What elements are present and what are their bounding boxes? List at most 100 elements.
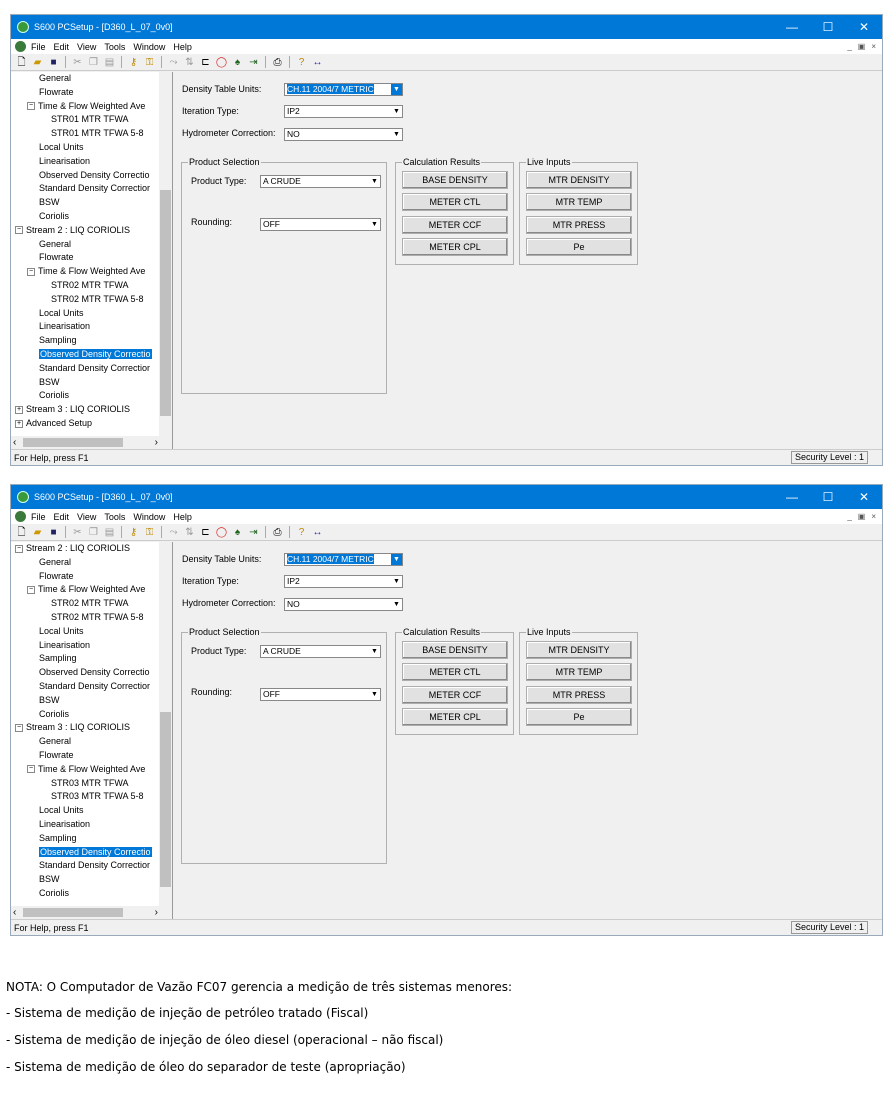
mtr-temp-button[interactable]: MTR TEMP xyxy=(526,193,632,211)
transfer-icon[interactable]: ⇥ xyxy=(247,56,260,69)
chevron-down-icon[interactable]: ▼ xyxy=(369,176,380,187)
tree-item[interactable]: − Time & Flow Weighted Ave xyxy=(11,763,158,777)
menu-window[interactable]: Window xyxy=(133,42,165,52)
doc-close-icon[interactable]: × xyxy=(871,42,876,51)
route-icon[interactable]: ⤳ xyxy=(167,56,180,69)
product-type-select[interactable]: A CRUDE ▼ xyxy=(260,645,381,658)
key-icon[interactable]: ⚷ xyxy=(127,56,140,69)
tree-item[interactable]: Standard Density Correctior xyxy=(11,182,158,196)
tree-item[interactable]: Observed Density Correctio xyxy=(11,169,158,183)
menu-tools[interactable]: Tools xyxy=(104,42,125,52)
tree-item[interactable]: Linearisation xyxy=(11,639,158,653)
tree-item[interactable]: Flowrate xyxy=(11,251,158,265)
menu-view[interactable]: View xyxy=(77,42,96,52)
new-file-icon[interactable]: 🗋 xyxy=(15,526,28,539)
tree-item[interactable]: Standard Density Correctior xyxy=(11,680,158,694)
config-tree[interactable]: − Stream 2 : LIQ CORIOLIS General Flowrate −… xyxy=(11,542,173,919)
help-icon[interactable]: ? xyxy=(295,526,308,539)
tree-item[interactable]: Coriolis xyxy=(11,708,158,722)
print-icon[interactable]: ⎙ xyxy=(271,526,284,539)
menu-edit[interactable]: Edit xyxy=(54,512,70,522)
density-units-select[interactable]: CH.11 2004/7 METRIC ▼ xyxy=(284,553,403,566)
tree-item[interactable]: STR02 MTR TFWA 5-8 xyxy=(11,293,158,307)
tree-item[interactable]: STR03 MTR TFWA 5-8 xyxy=(11,790,158,804)
copy-icon[interactable]: ❐ xyxy=(87,56,100,69)
tree-item[interactable]: STR03 MTR TFWA xyxy=(11,777,158,791)
key-icon[interactable]: ⚷ xyxy=(127,526,140,539)
chevron-down-icon[interactable]: ▼ xyxy=(369,689,380,700)
close-button[interactable]: ✕ xyxy=(846,20,882,34)
tree-item[interactable]: − Stream 2 : LIQ CORIOLIS xyxy=(11,224,158,238)
tree-item[interactable]: + Advanced Setup xyxy=(11,417,158,431)
tree-horizontal-scrollbar[interactable]: ‹ › xyxy=(11,906,172,919)
collapse-icon[interactable]: − xyxy=(15,226,23,235)
sort-icon[interactable]: ⇅ xyxy=(183,56,196,69)
menu-edit[interactable]: Edit xyxy=(54,42,70,52)
scroll-left-icon[interactable]: ‹ xyxy=(13,437,16,448)
signal-icon[interactable]: ♠ xyxy=(231,526,244,539)
doc-close-icon[interactable]: × xyxy=(871,512,876,521)
tree-item[interactable]: Standard Density Correctior xyxy=(11,859,158,873)
collapse-icon[interactable]: − xyxy=(27,586,35,595)
mtr-density-button[interactable]: MTR DENSITY xyxy=(526,171,632,189)
sort-icon[interactable]: ⇅ xyxy=(183,526,196,539)
tree-item[interactable]: − Stream 2 : LIQ CORIOLIS xyxy=(11,542,158,556)
tree-item[interactable]: − Time & Flow Weighted Ave xyxy=(11,265,158,279)
tree-item[interactable]: Coriolis xyxy=(11,887,158,901)
menu-tools[interactable]: Tools xyxy=(104,512,125,522)
tree-item[interactable]: Sampling xyxy=(11,652,158,666)
tree-item[interactable]: STR01 MTR TFWA xyxy=(11,113,158,127)
tree-item[interactable]: Observed Density Correctio xyxy=(11,846,158,860)
context-help-icon[interactable]: ↔ xyxy=(311,56,324,69)
mtr-press-button[interactable]: MTR PRESS xyxy=(526,686,632,704)
unlock-icon[interactable]: ⚿ xyxy=(143,526,156,539)
chevron-down-icon[interactable]: ▼ xyxy=(391,576,402,587)
chevron-down-icon[interactable]: ▼ xyxy=(391,129,402,140)
tree-item[interactable]: Local Units xyxy=(11,307,158,321)
collapse-icon[interactable]: − xyxy=(15,723,23,732)
close-button[interactable]: ✕ xyxy=(846,490,882,504)
save-icon[interactable]: ■ xyxy=(47,56,60,69)
meter-cpl-button[interactable]: METER CPL xyxy=(402,238,508,256)
collapse-icon[interactable]: − xyxy=(27,102,35,111)
chevron-down-icon[interactable]: ▼ xyxy=(391,554,402,565)
tree-item[interactable]: Linearisation xyxy=(11,155,158,169)
product-type-select[interactable]: A CRUDE ▼ xyxy=(260,175,381,188)
pe-button[interactable]: Pe xyxy=(526,708,632,726)
tree-item[interactable]: − Stream 3 : LIQ CORIOLIS xyxy=(11,721,158,735)
meter-cpl-button[interactable]: METER CPL xyxy=(402,708,508,726)
tree-item[interactable]: STR01 MTR TFWA 5-8 xyxy=(11,127,158,141)
document-icon[interactable] xyxy=(15,511,26,522)
tree-item[interactable]: Flowrate xyxy=(11,86,158,100)
tree-item[interactable]: Standard Density Correctior xyxy=(11,362,158,376)
expand-icon[interactable]: + xyxy=(15,405,23,414)
print-icon[interactable]: ⎙ xyxy=(271,56,284,69)
chevron-down-icon[interactable]: ▼ xyxy=(369,646,380,657)
chevron-down-icon[interactable]: ▼ xyxy=(391,84,402,95)
tree-item[interactable]: Observed Density Correctio xyxy=(11,666,158,680)
tree-item[interactable]: BSW xyxy=(11,873,158,887)
connect-icon[interactable]: ⊏ xyxy=(199,56,212,69)
iteration-type-select[interactable]: IP2 ▼ xyxy=(284,575,403,588)
connect-icon[interactable]: ⊏ xyxy=(199,526,212,539)
rounding-select[interactable]: OFF ▼ xyxy=(260,688,381,701)
tree-item[interactable]: BSW xyxy=(11,196,158,210)
tree-vertical-scrollbar[interactable] xyxy=(159,542,172,906)
help-icon[interactable]: ? xyxy=(295,56,308,69)
scroll-right-icon[interactable]: › xyxy=(155,437,158,448)
doc-restore-icon[interactable]: ▣ xyxy=(858,512,866,521)
iteration-type-select[interactable]: IP2 ▼ xyxy=(284,105,403,118)
paste-icon[interactable]: ▤ xyxy=(103,526,116,539)
tree-item[interactable]: Flowrate xyxy=(11,570,158,584)
scroll-left-icon[interactable]: ‹ xyxy=(13,907,16,918)
cut-icon[interactable]: ✂ xyxy=(71,56,84,69)
menu-help[interactable]: Help xyxy=(173,42,192,52)
tree-item[interactable]: STR02 MTR TFWA xyxy=(11,597,158,611)
tree-item[interactable]: Sampling xyxy=(11,832,158,846)
meter-ctl-button[interactable]: METER CTL xyxy=(402,663,508,681)
tree-item[interactable]: Linearisation xyxy=(11,320,158,334)
paste-icon[interactable]: ▤ xyxy=(103,56,116,69)
minimize-button[interactable]: — xyxy=(774,20,810,34)
mtr-temp-button[interactable]: MTR TEMP xyxy=(526,663,632,681)
unlock-icon[interactable]: ⚿ xyxy=(143,56,156,69)
